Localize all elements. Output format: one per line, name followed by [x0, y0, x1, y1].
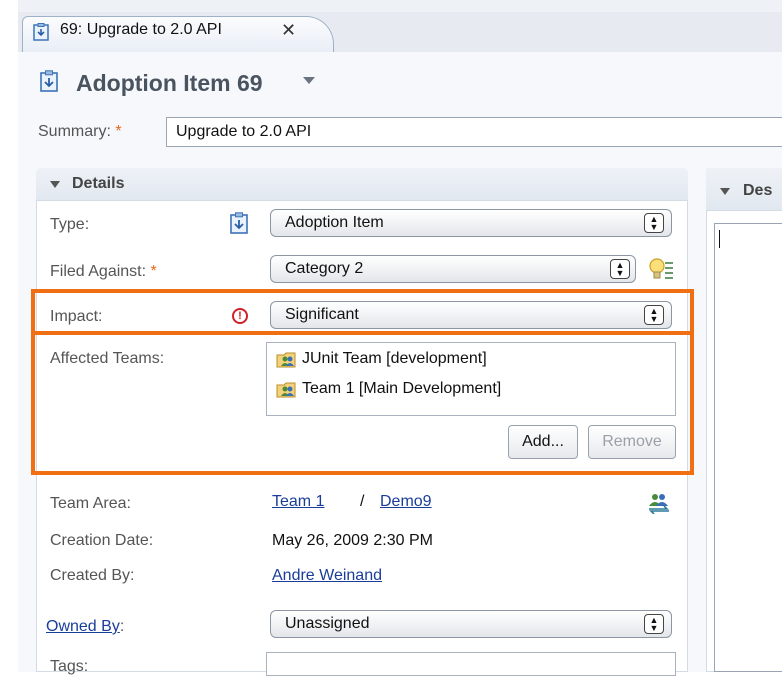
details-title: Details [72, 175, 125, 192]
owned-by-link[interactable]: Owned By [46, 618, 120, 635]
team-link[interactable]: Team 1 [272, 493, 324, 511]
collapse-triangle-icon[interactable] [50, 181, 60, 188]
work-item-icon [33, 23, 49, 41]
filed-against-value: Category 2 [285, 260, 364, 277]
lightbulb-icon[interactable] [648, 257, 674, 283]
summary-value: Upgrade to 2.0 API [176, 123, 312, 140]
text-cursor [719, 230, 720, 248]
add-button[interactable]: Add... [508, 425, 578, 459]
created-by-link[interactable]: Andre Weinand [272, 567, 382, 585]
select-arrows-icon: ▲ ▼ [644, 614, 664, 634]
tags-label: Tags: [50, 658, 89, 675]
team-area-separator: / [360, 493, 365, 510]
select-arrows-icon: ▲ ▼ [610, 259, 630, 279]
team-icon [276, 352, 296, 368]
tags-input[interactable] [266, 652, 676, 676]
work-item-icon [230, 212, 248, 234]
project-link[interactable]: Demo9 [380, 493, 432, 511]
team-area-icon[interactable] [646, 490, 672, 514]
select-arrows-icon: ▲ ▼ [644, 213, 664, 233]
summary-label: Summary: * [38, 123, 122, 140]
impact-highlight [31, 289, 694, 335]
tab-label: 69: Upgrade to 2.0 API [60, 21, 222, 38]
filed-against-label: Filed Against: * [50, 263, 157, 280]
description-title: Des [743, 182, 773, 199]
description-textarea[interactable] [714, 223, 782, 672]
created-by-label: Created By: [50, 567, 135, 584]
list-item[interactable]: JUnit Team [development] [302, 350, 487, 368]
team-icon [276, 382, 296, 398]
close-icon[interactable]: ✕ [281, 20, 296, 40]
type-label: Type: [50, 216, 90, 233]
creation-date-value: May 26, 2009 2:30 PM [272, 532, 433, 549]
affected-teams-label: Affected Teams: [50, 350, 165, 367]
remove-button[interactable]: Remove [588, 425, 676, 459]
chevron-down-icon[interactable] [303, 77, 315, 84]
type-value: Adoption Item [285, 214, 384, 231]
collapse-triangle-icon[interactable] [720, 188, 730, 195]
team-area-label: Team Area: [50, 495, 131, 512]
creation-date-label: Creation Date: [50, 532, 154, 549]
owned-by-label: Owned By: [46, 618, 125, 635]
details-section-header[interactable] [36, 168, 688, 201]
work-item-icon [40, 70, 58, 92]
page-title: Adoption Item 69 [76, 70, 263, 96]
list-item[interactable]: Team 1 [Main Development] [302, 380, 501, 398]
owned-by-value: Unassigned [285, 615, 370, 632]
